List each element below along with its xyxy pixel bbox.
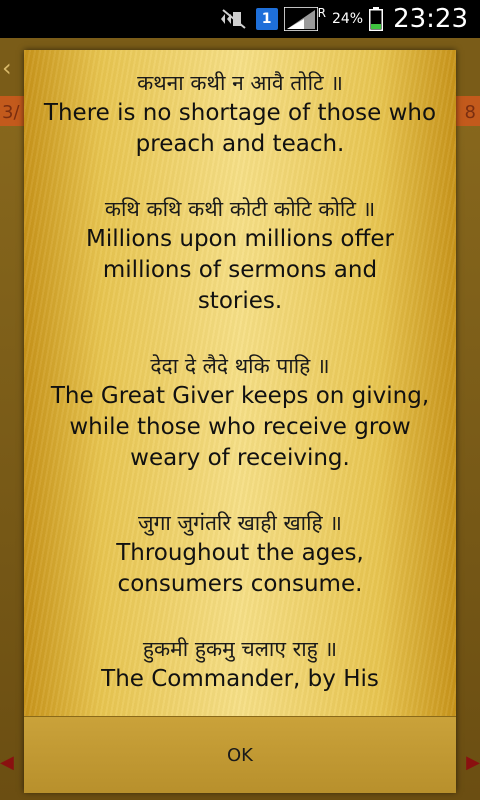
verse-block: हुकमी हुकमु चलाए राहु ॥ The Commander, b… — [24, 634, 456, 695]
page-number-right: 8 — [464, 102, 476, 123]
back-chevron-icon[interactable]: ‹ — [2, 54, 12, 82]
verse-original-text: देदा दे लैदे थकि पाहि ॥ — [150, 354, 330, 378]
verse-translation-text: The Great Giver keeps on giving, while t… — [50, 383, 430, 471]
roaming-indicator: R — [317, 6, 326, 20]
verse-block: देदा दे लैदे थकि पाहि ॥ The Great Giver … — [24, 351, 456, 474]
verse-block: कथि कथि कथी कोटी कोटि कोटि ॥ Millions up… — [24, 194, 456, 317]
next-arrow-icon[interactable]: ▶ — [466, 752, 480, 773]
dialog-footer: OK — [24, 716, 456, 793]
battery-icon — [369, 7, 384, 31]
notification-icon: 1 — [255, 8, 278, 30]
dialog-scroll-content[interactable]: कथना कथी न आवै तोटि ॥ There is no shorta… — [24, 50, 456, 716]
verse-original-text: जुगा जुगंतरि खाही खाहि ॥ — [138, 511, 342, 535]
verse-translation-text: Millions upon millions offer millions of… — [86, 226, 394, 314]
verse-original-text: कथि कथि कथी कोटी कोटि कोटि ॥ — [104, 197, 376, 221]
mute-vibrate-icon — [218, 8, 250, 30]
clock: 23:23 — [393, 4, 468, 34]
verse-block: कथना कथी न आवै तोटि ॥ There is no shorta… — [24, 68, 456, 160]
verse-original-text: हुकमी हुकमु चलाए राहु ॥ — [142, 637, 338, 661]
page-number-left: 3/ — [2, 102, 20, 123]
previous-arrow-icon[interactable]: ◀ — [0, 752, 14, 773]
verse-block: जुगा जुगंतरि खाही खाहि ॥ Throughout the … — [24, 508, 456, 600]
verse-original-text: कथना कथी न आवै तोटि ॥ — [137, 71, 343, 95]
verse-translation-text: Throughout the ages, consumers consume. — [116, 540, 364, 597]
battery-percent: 24% — [331, 11, 364, 27]
ok-button[interactable]: OK — [24, 717, 456, 793]
status-bar: 1 R 24% 23:23 — [0, 0, 480, 38]
verse-translation-text: There is no shortage of those who preach… — [43, 100, 437, 157]
verse-translation-text: The Commander, by His — [101, 666, 379, 692]
signal-icon — [283, 7, 318, 31]
translation-dialog: कथना कथी न आवै तोटि ॥ There is no shorta… — [24, 50, 456, 793]
